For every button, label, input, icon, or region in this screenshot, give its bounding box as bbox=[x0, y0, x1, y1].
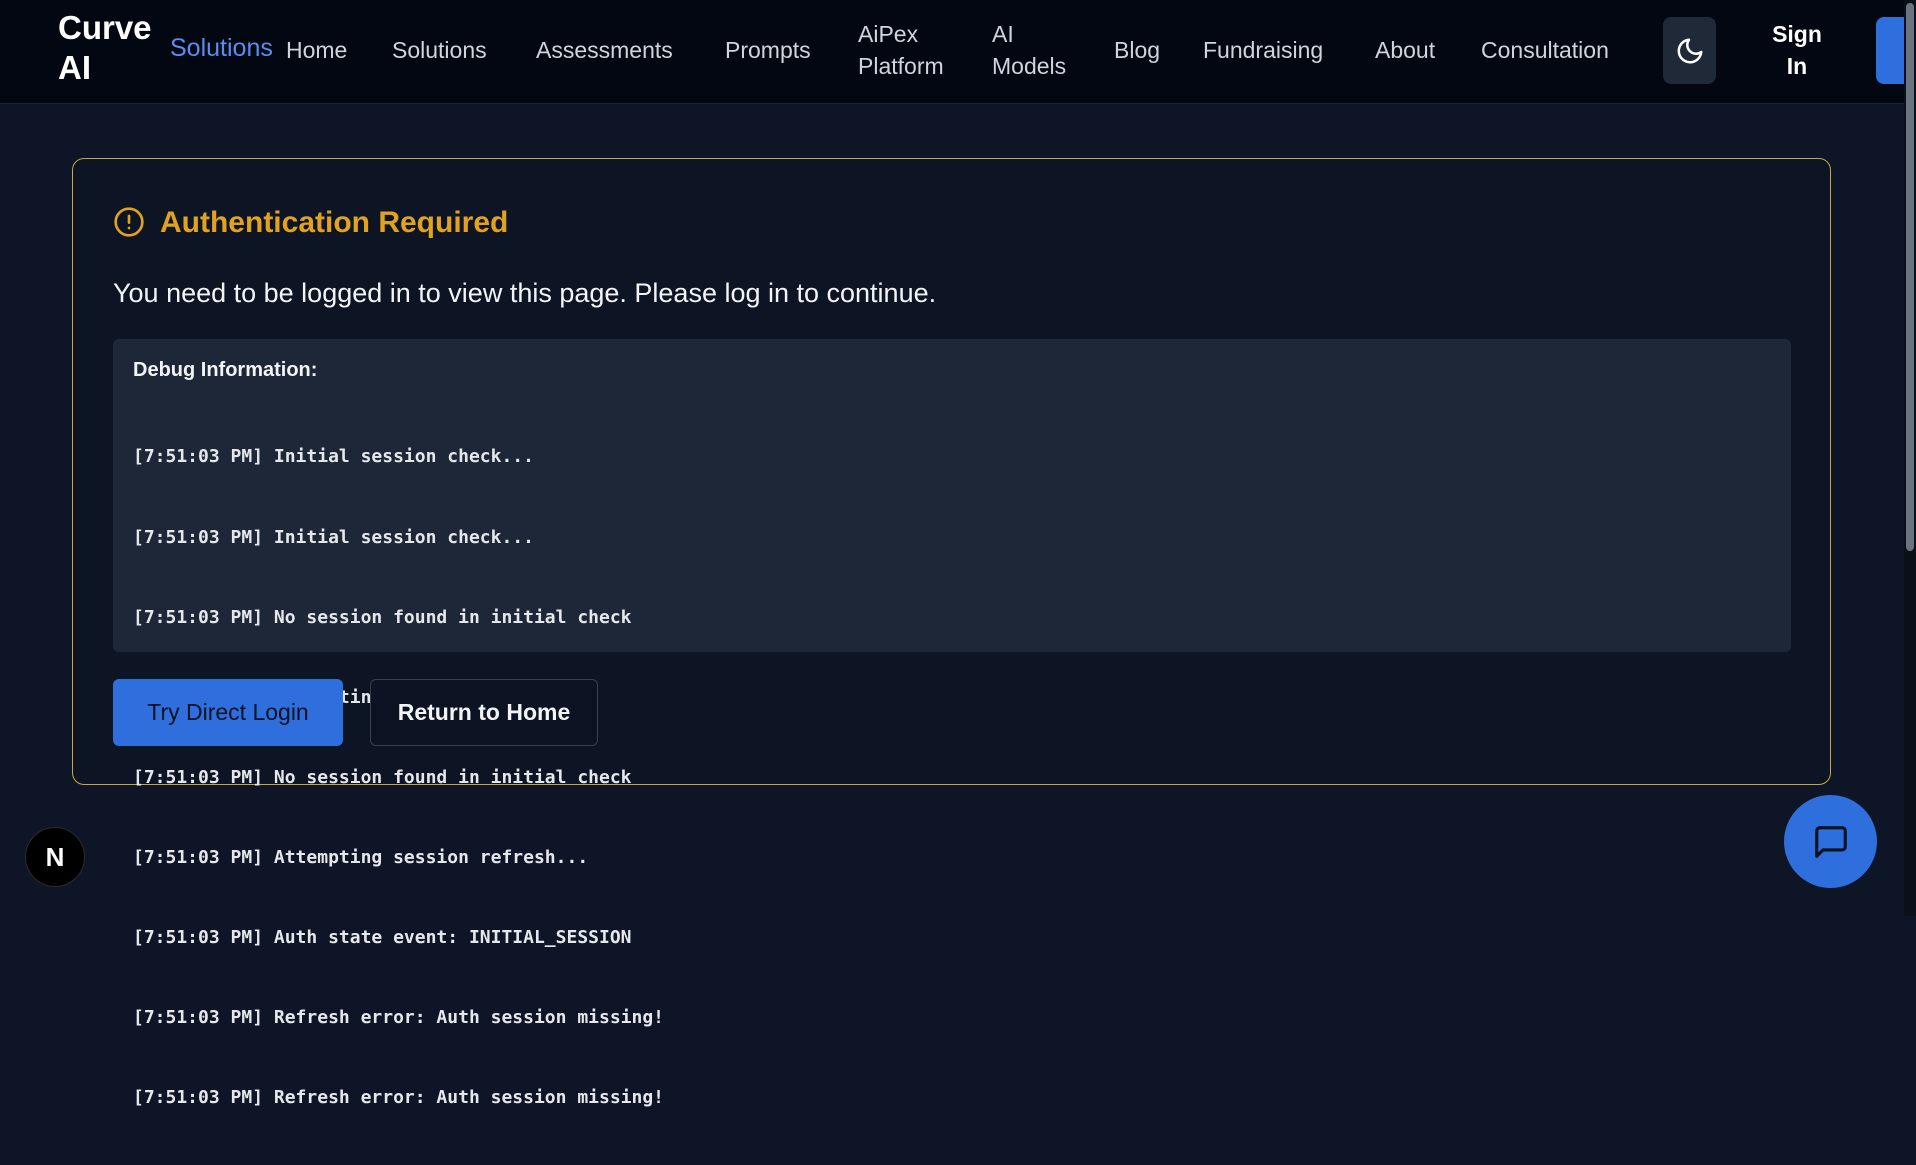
nav-consultation[interactable]: Consultation bbox=[1481, 34, 1609, 66]
log-line: [7:51:03 PM] No session found in initial… bbox=[133, 606, 632, 628]
log-line: [7:51:03 PM] Attempting session refresh.… bbox=[133, 846, 589, 868]
debug-title: Debug Information: bbox=[133, 359, 318, 381]
alert-title: Authentication Required bbox=[160, 206, 509, 239]
chat-button[interactable] bbox=[1784, 795, 1877, 888]
nav-prompts[interactable]: Prompts bbox=[725, 34, 811, 66]
theme-toggle-button[interactable] bbox=[1663, 17, 1716, 84]
try-direct-login-button[interactable]: Try Direct Login bbox=[113, 679, 343, 746]
nav-fundraising[interactable]: Fundraising bbox=[1203, 34, 1323, 66]
brand-subtitle[interactable]: Solutions bbox=[170, 34, 273, 63]
nav-assessments[interactable]: Assessments bbox=[536, 34, 673, 66]
sign-in-link[interactable]: Sign In bbox=[1770, 18, 1824, 82]
return-home-button[interactable]: Return to Home bbox=[370, 679, 598, 746]
top-navigation-bar: Curve AI Solutions Home Solutions Assess… bbox=[0, 0, 1916, 104]
alert-circle-icon bbox=[114, 207, 144, 237]
debug-log: [7:51:03 PM] Initial session check... [7… bbox=[133, 391, 664, 1165]
alert-message: You need to be logged in to view this pa… bbox=[113, 278, 937, 308]
chat-icon bbox=[1814, 825, 1847, 858]
scrollbar-thumb[interactable] bbox=[1906, 3, 1914, 551]
log-line: [7:51:03 PM] No session found in initial… bbox=[133, 766, 632, 788]
nav-blog[interactable]: Blog bbox=[1114, 34, 1160, 66]
nav-solutions[interactable]: Solutions bbox=[392, 34, 487, 66]
moon-icon bbox=[1677, 38, 1702, 63]
nav-about[interactable]: About bbox=[1375, 34, 1435, 66]
log-line: [7:51:03 PM] Auth state event: INITIAL_S… bbox=[133, 927, 632, 949]
log-line: [7:51:03 PM] Refresh error: Auth session… bbox=[133, 1007, 665, 1029]
log-line: [7:51:03 PM] Initial session check... bbox=[133, 526, 534, 548]
debug-panel: Debug Information: [7:51:03 PM] Initial … bbox=[113, 339, 1791, 1108]
log-line: [7:51:03 PM] Initial session check... bbox=[133, 446, 534, 468]
nav-home[interactable]: Home bbox=[286, 34, 347, 66]
nextjs-dev-badge[interactable]: N bbox=[25, 827, 85, 887]
nav-ai-models[interactable]: AI Models bbox=[992, 18, 1082, 82]
nav-aipex-platform[interactable]: AiPex Platform bbox=[858, 18, 958, 82]
brand-logo[interactable]: Curve AI bbox=[58, 8, 168, 88]
log-line: [7:51:03 PM] Refresh error: Auth session… bbox=[133, 1087, 665, 1109]
